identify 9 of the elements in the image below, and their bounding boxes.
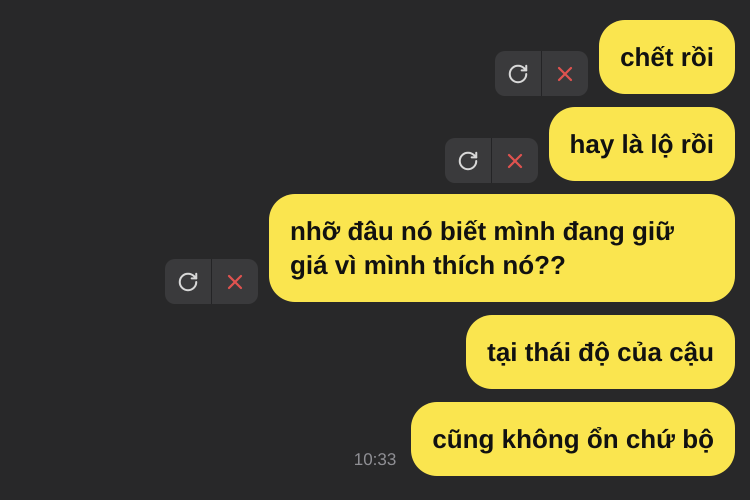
retry-icon [507, 62, 530, 84]
message-bubble: hay là lộ rồi [548, 107, 735, 181]
message-bubble: cũng không ổn chứ bộ [411, 402, 735, 476]
message-bubble: tại thái độ của cậu [466, 315, 735, 389]
retry-icon [177, 270, 199, 292]
message-bubble: nhỡ đâu nó biết mình đang giữ giá vì mình thích nó?? [269, 194, 735, 302]
message-time: 10:33 [354, 450, 396, 470]
retry-icon [456, 150, 478, 172]
message-bubble: chết rồi [599, 20, 735, 94]
